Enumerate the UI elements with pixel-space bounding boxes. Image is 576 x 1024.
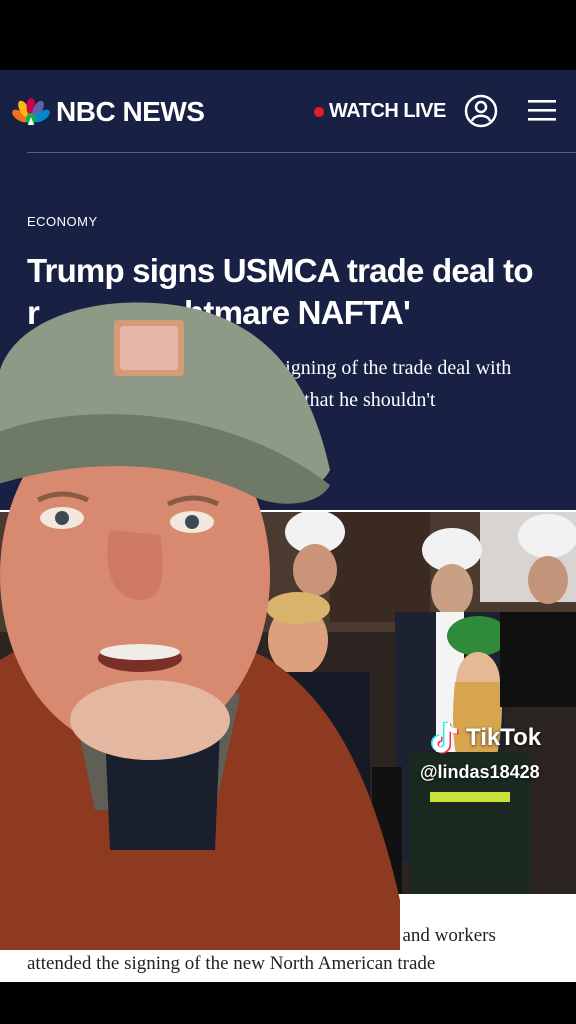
tiktok-watermark: TikTok: [428, 720, 541, 756]
headline-line-1: Trump signs USMCA trade deal to: [27, 252, 534, 289]
watch-live-link[interactable]: WATCH LIVE: [314, 100, 446, 123]
logo-text: NBC NEWS: [56, 96, 205, 127]
live-dot-icon: [314, 106, 324, 117]
tiktok-handle: @lindas18428: [420, 762, 540, 782]
tiktok-logo-icon: [431, 721, 459, 754]
watch-live-label: WATCH LIVE: [329, 100, 446, 122]
header-divider: [27, 152, 576, 153]
account-icon[interactable]: [464, 94, 498, 128]
section-label[interactable]: ECONOMY: [27, 214, 98, 229]
caption-line-2: attended the signing of the new North Am…: [27, 953, 436, 974]
bottom-letterbox: [0, 982, 576, 1024]
peacock-icon: [12, 98, 50, 125]
hamburger-menu-icon[interactable]: [528, 98, 556, 122]
tiktok-label: TikTok: [466, 724, 542, 751]
creator-video-overlay: [0, 302, 400, 950]
nbc-news-logo[interactable]: NBC NEWS: [12, 96, 205, 128]
top-letterbox: [0, 0, 576, 70]
